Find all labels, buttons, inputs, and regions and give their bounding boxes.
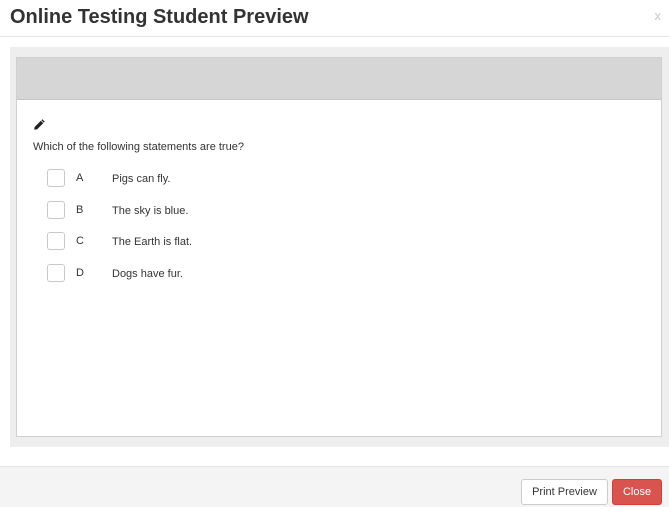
answer-checkbox-d[interactable] <box>47 264 65 282</box>
answer-option-b[interactable]: B The sky is blue. <box>47 201 347 221</box>
modal-footer: Print Preview Close <box>0 466 669 507</box>
close-button[interactable]: Close <box>612 479 662 505</box>
modal-header: Online Testing Student Preview x <box>0 0 669 37</box>
answer-option-a[interactable]: A Pigs can fly. <box>47 169 347 189</box>
option-letter: D <box>76 267 84 279</box>
answer-option-d[interactable]: D Dogs have fur. <box>47 264 347 284</box>
modal-title: Online Testing Student Preview <box>10 6 309 28</box>
pencil-icon <box>34 119 45 130</box>
question-text: Which of the following statements are tr… <box>33 141 244 153</box>
answer-checkbox-a[interactable] <box>47 169 65 187</box>
option-text: The Earth is flat. <box>112 236 193 248</box>
student-preview-modal: Online Testing Student Preview x Which o… <box>0 0 669 507</box>
print-preview-button[interactable]: Print Preview <box>521 479 608 505</box>
answer-checkbox-b[interactable] <box>47 201 65 219</box>
option-text: The sky is blue. <box>112 205 189 217</box>
option-letter: C <box>76 235 84 247</box>
answer-checkbox-c[interactable] <box>47 232 65 250</box>
option-letter: A <box>76 172 84 184</box>
preview-frame: Which of the following statements are tr… <box>16 57 662 437</box>
option-letter: B <box>76 204 84 216</box>
option-text: Dogs have fur. <box>112 268 183 280</box>
close-icon[interactable]: x <box>655 8 662 24</box>
option-text: Pigs can fly. <box>112 173 171 185</box>
modal-body: Which of the following statements are tr… <box>10 47 669 447</box>
preview-frame-header <box>17 58 661 100</box>
answer-option-c[interactable]: C The Earth is flat. <box>47 232 347 252</box>
